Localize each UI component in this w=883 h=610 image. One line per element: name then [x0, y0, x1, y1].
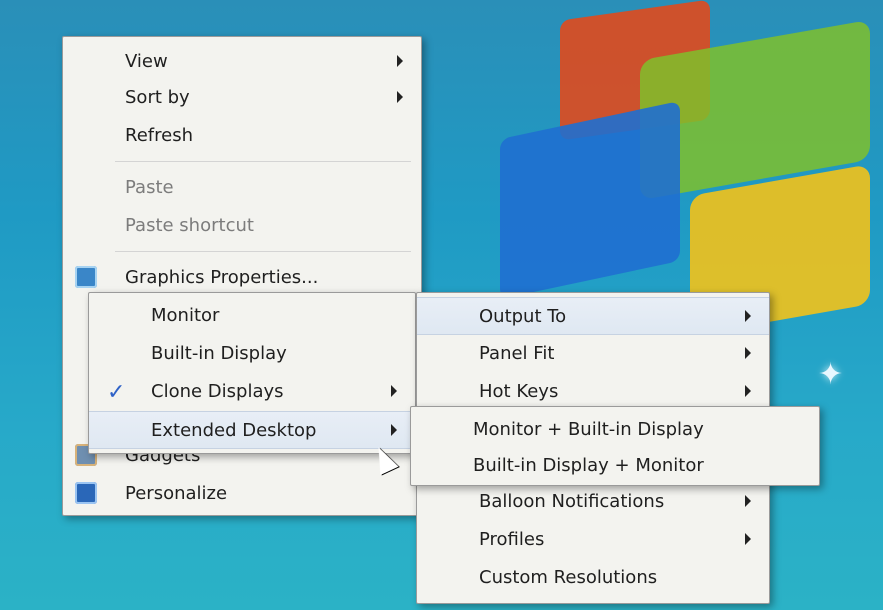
menu-item-label: Output To: [479, 305, 567, 327]
menu-separator: [115, 161, 411, 162]
chevron-right-icon: [391, 385, 397, 397]
menu-item-panel-fit[interactable]: Panel Fit: [417, 335, 769, 371]
chevron-right-icon: [745, 347, 751, 359]
menu-item-label: Monitor: [151, 304, 220, 326]
menu-item-built-in-plus-monitor[interactable]: Built-in Display + Monitor: [411, 447, 819, 483]
chevron-right-icon: [745, 310, 751, 322]
menu-item-label: View: [125, 50, 168, 72]
checkmark-icon: ✓: [107, 380, 126, 405]
menu-item-sort-by[interactable]: Sort by: [63, 79, 421, 115]
graphics-properties-icon: [75, 266, 97, 288]
chevron-right-icon: [745, 385, 751, 397]
menu-item-paste[interactable]: Paste: [63, 169, 421, 205]
menu-item-clone-displays[interactable]: ✓ Clone Displays: [89, 373, 415, 409]
menu-item-label: Paste: [125, 176, 174, 198]
menu-item-label: Panel Fit: [479, 342, 555, 364]
menu-item-personalize[interactable]: Personalize: [63, 475, 421, 511]
menu-item-built-in-display[interactable]: Built-in Display: [89, 335, 415, 371]
menu-item-label: Custom Resolutions: [479, 566, 658, 588]
menu-item-view[interactable]: View: [63, 43, 421, 79]
sparkle-icon: ✦: [818, 357, 844, 392]
menu-item-label: Hot Keys: [479, 380, 559, 402]
menu-item-label: Profiles: [479, 528, 545, 550]
menu-item-paste-shortcut[interactable]: Paste shortcut: [63, 207, 421, 243]
menu-item-balloon-notifications[interactable]: Balloon Notifications: [417, 483, 769, 519]
menu-item-label: Balloon Notifications: [479, 490, 665, 512]
extended-desktop-submenu: Monitor + Built-in Display Built-in Disp…: [410, 406, 820, 486]
menu-item-label: Paste shortcut: [125, 214, 254, 236]
menu-item-label: Monitor + Built-in Display: [473, 418, 704, 440]
chevron-right-icon: [397, 91, 403, 103]
display-submenu: Monitor Built-in Display ✓ Clone Display…: [88, 292, 416, 454]
menu-item-monitor[interactable]: Monitor: [89, 297, 415, 333]
menu-separator: [115, 251, 411, 252]
menu-item-label: Graphics Properties...: [125, 266, 319, 288]
chevron-right-icon: [391, 424, 397, 436]
menu-item-refresh[interactable]: Refresh: [63, 117, 421, 153]
menu-item-profiles[interactable]: Profiles: [417, 521, 769, 557]
personalize-icon: [75, 482, 97, 504]
menu-item-label: Built-in Display + Monitor: [473, 454, 704, 476]
chevron-right-icon: [745, 495, 751, 507]
wallpaper-flag-blue: [500, 100, 680, 300]
menu-item-label: Sort by: [125, 86, 190, 108]
chevron-right-icon: [397, 55, 403, 67]
menu-item-custom-resolutions[interactable]: Custom Resolutions: [417, 559, 769, 595]
menu-item-label: Personalize: [125, 482, 228, 504]
menu-item-label: Clone Displays: [151, 380, 284, 402]
menu-item-label: Built-in Display: [151, 342, 287, 364]
menu-item-label: Refresh: [125, 124, 193, 146]
menu-item-output-to[interactable]: Output To: [417, 297, 769, 335]
menu-item-monitor-plus-built-in[interactable]: Monitor + Built-in Display: [411, 411, 819, 447]
menu-item-hot-keys[interactable]: Hot Keys: [417, 373, 769, 409]
menu-item-extended-desktop[interactable]: Extended Desktop: [89, 411, 415, 449]
menu-item-label: Extended Desktop: [151, 419, 317, 441]
chevron-right-icon: [745, 533, 751, 545]
menu-item-graphics-properties[interactable]: Graphics Properties...: [63, 259, 421, 295]
